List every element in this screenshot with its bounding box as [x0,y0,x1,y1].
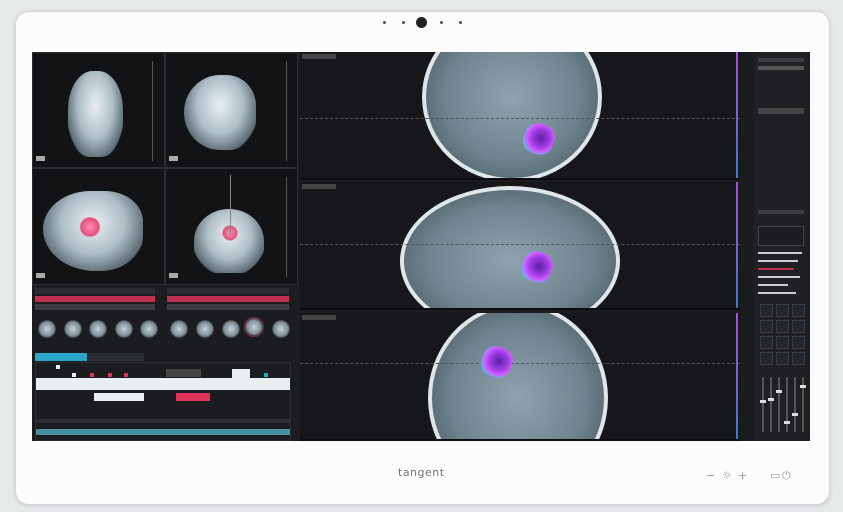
keypad-button[interactable] [776,336,789,349]
xray-frontal-view[interactable] [32,52,165,168]
thumbnail-selected[interactable] [244,317,264,337]
slider-knob[interactable] [760,400,766,404]
colormap-bar [736,182,738,308]
ruler [286,177,287,277]
tumor-marker [79,217,101,237]
keypad-button[interactable] [760,304,773,317]
guide-line [230,175,231,235]
mode-selector[interactable] [758,66,804,70]
setting-slider[interactable] [758,252,802,254]
sensor [383,21,386,24]
mri-sagittal-view[interactable] [300,182,740,310]
crosshair [300,244,740,245]
level-slider[interactable] [760,377,766,432]
view-tab[interactable] [302,54,336,59]
keypad-button[interactable] [792,320,805,333]
thumbnail[interactable] [89,320,107,338]
view-tag[interactable] [36,273,45,278]
input-source-icon[interactable]: ▭ [770,469,780,482]
colormap-bar [736,313,738,439]
view-tab[interactable] [302,184,336,189]
xray-frontal-tumor-view[interactable] [165,168,298,285]
brightness-down-button[interactable]: − [706,469,715,482]
setting-slider[interactable] [758,268,794,270]
xray-lateral-tumor-view[interactable] [32,168,165,285]
screen [32,52,810,441]
skull-frontal-image [194,209,264,273]
keypad-button[interactable] [792,352,805,365]
keypad-button[interactable] [760,336,773,349]
setting-slider[interactable] [758,260,798,262]
level-slider[interactable] [768,377,774,432]
view-tag[interactable] [36,156,45,161]
keypad-button[interactable] [792,304,805,317]
keypad-button[interactable] [792,336,805,349]
slider-knob[interactable] [768,397,774,401]
slider-knob[interactable] [792,413,798,417]
thumbnail[interactable] [64,320,82,338]
slider-knob[interactable] [800,384,806,388]
mri-coronal-view[interactable] [300,52,740,180]
keypad-button[interactable] [776,352,789,365]
level-slider[interactable] [776,377,782,432]
keypad-button[interactable] [760,352,773,365]
ruler [152,61,153,161]
brain-axial-image [428,313,608,439]
list-box[interactable] [758,226,804,246]
timeline[interactable] [35,362,291,441]
thumbnail[interactable] [115,320,133,338]
sensor [402,21,405,24]
keypad-button[interactable] [760,320,773,333]
brightness-up-button[interactable]: + [738,469,747,482]
tab-inactive[interactable] [88,353,144,361]
ruler [286,61,287,161]
setting-slider[interactable] [758,284,788,286]
right-control-panel [754,52,810,441]
power-icon[interactable]: ⏻ [782,469,791,483]
search-field[interactable] [758,210,804,214]
sensor [440,21,443,24]
thumbnail[interactable] [196,320,214,338]
crosshair [300,118,740,119]
skull-frontal-image [68,71,123,157]
keypad-button[interactable] [776,320,789,333]
crosshair [300,363,740,364]
view-tag[interactable] [169,156,178,161]
brain-sagittal-image [400,186,620,308]
level-slider[interactable] [800,377,806,432]
thumbnail[interactable] [140,320,158,338]
level-slider[interactable] [784,377,790,432]
keypad-button[interactable] [776,304,789,317]
level-slider[interactable] [792,377,798,432]
xray-lateral-view[interactable] [165,52,298,168]
camera [416,17,427,28]
setting-slider[interactable] [758,292,796,294]
thumbnail[interactable] [272,320,290,338]
view-tab[interactable] [302,315,336,320]
slider-knob[interactable] [776,390,782,393]
setting-slider[interactable] [758,276,800,278]
slider-knob[interactable] [784,421,790,425]
thumbnail[interactable] [222,320,240,338]
brain-coronal-image [422,52,602,178]
mri-axial-view[interactable] [300,313,740,441]
brightness-icon: ☼ [722,469,732,482]
sensor [459,21,462,24]
brand-logo: tangent [398,466,445,479]
patient-info [758,58,804,62]
thumbnail[interactable] [38,320,56,338]
tab-active[interactable] [35,353,87,361]
skull-lateral-image [184,75,256,150]
thumbnail[interactable] [170,320,188,338]
view-tag[interactable] [169,273,178,278]
tool-icons[interactable] [758,108,804,114]
colormap-bar [736,52,738,178]
